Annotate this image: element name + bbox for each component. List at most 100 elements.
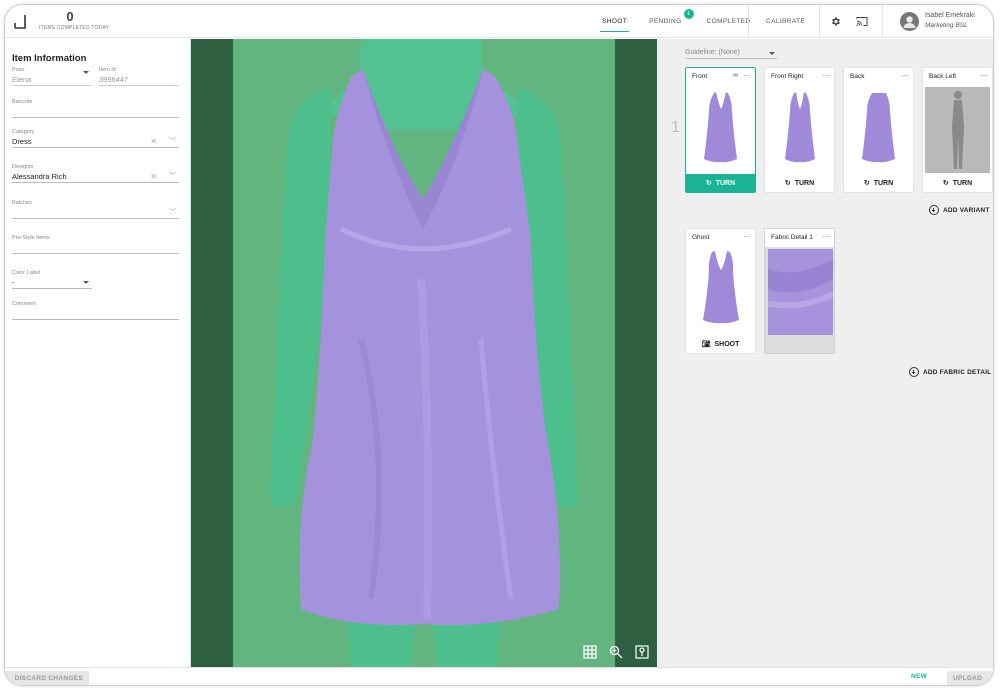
category-value: Dress xyxy=(12,137,32,146)
more-icon[interactable]: ··· xyxy=(981,71,988,80)
calibrate-nav: CALIBRATE xyxy=(755,5,816,38)
shot-card-title: Ghost xyxy=(692,234,710,241)
designer-field[interactable]: Designer Alessandra Rich ✕ ﹀ xyxy=(12,164,179,183)
rotate-icon: ↻ xyxy=(942,180,949,187)
guideline-select[interactable]: Guideline: (None) xyxy=(685,49,777,59)
more-icon[interactable]: ··· xyxy=(902,71,909,80)
pose-select[interactable]: Elena xyxy=(12,74,92,86)
add-fabric-detail-button[interactable]: ADD FABRIC DETAIL xyxy=(909,367,991,377)
items-count-label: ITEMS COMPLETED TODAY xyxy=(39,25,110,31)
turn-button[interactable]: ↻ TURN xyxy=(686,174,755,192)
cast-icon[interactable] xyxy=(854,13,870,29)
barcode-input[interactable] xyxy=(12,106,179,118)
color-label-value: - xyxy=(12,278,15,287)
category-field[interactable]: Category Dress ✕ ﹀ xyxy=(12,129,179,148)
turn-label: TURN xyxy=(794,179,815,187)
shot-card-ghost[interactable]: Ghost ··· 📷︎ SHOOT xyxy=(685,228,756,354)
user-name: Isabel Emekraki xyxy=(925,12,975,19)
pending-badge: 1 xyxy=(683,9,694,19)
barcode-field[interactable]: Barcode xyxy=(12,99,179,118)
fabric-detail-thumbnail xyxy=(768,249,833,335)
upload-button[interactable]: UPLOAD xyxy=(947,671,993,685)
category-select[interactable]: Dress ✕ ﹀ xyxy=(12,136,179,148)
shot-card-back[interactable]: Back ··· ↻ TURN xyxy=(843,67,914,193)
dropdown-arrow-icon xyxy=(83,71,89,74)
row-number: 1 xyxy=(671,119,680,136)
viewer-toolbar xyxy=(583,645,649,659)
turn-label: TURN xyxy=(715,179,736,187)
footer-bar: DISCARD CHANGES NEW UPLOAD xyxy=(5,667,993,685)
barcode-label: Barcode xyxy=(12,99,33,105)
chevron-down-icon[interactable]: ﹀ xyxy=(169,207,176,219)
batches-select[interactable]: ﹀ xyxy=(12,207,179,219)
divider xyxy=(882,5,883,38)
tab-completed[interactable]: COMPLETED xyxy=(696,5,762,38)
tab-completed-label: COMPLETED xyxy=(706,18,751,25)
shoot-button[interactable]: 📷︎ SHOOT xyxy=(686,335,755,353)
rotate-icon: ↻ xyxy=(705,180,712,187)
rotate-icon: ↻ xyxy=(863,180,870,187)
panel-title: Item Information xyxy=(12,53,87,64)
chevron-down-icon[interactable]: ﹀ xyxy=(169,171,176,183)
more-icon[interactable]: ··· xyxy=(744,71,751,80)
color-label-field[interactable]: Color Label - xyxy=(12,270,92,289)
discard-changes-button[interactable]: DISCARD CHANGES xyxy=(5,671,89,685)
clear-icon[interactable]: ✕ xyxy=(150,171,157,183)
link-icon[interactable]: ∞ xyxy=(733,72,738,79)
calibrate-label: CALIBRATE xyxy=(766,18,806,25)
new-button[interactable]: NEW xyxy=(911,673,927,680)
zoom-icon[interactable] xyxy=(609,645,623,659)
color-label-select[interactable]: - xyxy=(12,277,92,289)
item-id-value: 3996447 xyxy=(99,74,179,86)
turn-label: TURN xyxy=(873,179,894,187)
prestyle-field[interactable]: Pre-Style Items xyxy=(12,235,179,254)
items-counter: 0 ITEMS COMPLETED TODAY xyxy=(39,10,110,31)
turn-button[interactable]: ↻ TURN xyxy=(765,174,834,192)
designer-label: Designer xyxy=(12,164,35,170)
chevron-down-icon[interactable]: ﹀ xyxy=(169,136,176,148)
calibrate-button[interactable]: CALIBRATE xyxy=(755,5,816,38)
pose-label: Pose xyxy=(12,67,25,73)
comment-field[interactable]: Comment xyxy=(12,301,179,320)
user-menu[interactable]: Isabel Emekraki Marketing BSL xyxy=(900,11,975,31)
grid-icon[interactable] xyxy=(583,645,597,659)
tab-shoot[interactable]: SHOOT xyxy=(591,5,638,38)
add-variant-label: ADD VARIANT xyxy=(943,206,990,214)
main-nav: SHOOT PENDING 1 COMPLETED xyxy=(591,5,762,38)
designer-select[interactable]: Alessandra Rich ✕ ﹀ xyxy=(12,171,179,183)
pose-field[interactable]: Pose Elena xyxy=(12,67,92,86)
more-icon[interactable]: ··· xyxy=(823,71,830,80)
shots-panel: Guideline: (None) 1 Front ∞ ··· ↻ TURN Fr… xyxy=(657,39,993,667)
dropdown-arrow-icon xyxy=(83,281,89,284)
top-bar: 0 ITEMS COMPLETED TODAY SHOOT PENDING 1 C… xyxy=(5,5,993,38)
focus-icon[interactable] xyxy=(635,645,649,659)
item-info-panel: Item Information Pose Elena Item Id 3996… xyxy=(5,39,191,667)
add-fabric-detail-label: ADD FABRIC DETAIL xyxy=(923,368,992,376)
shot-card-title: Front xyxy=(692,73,708,80)
batches-field[interactable]: Batches ﹀ xyxy=(12,200,179,219)
clear-icon[interactable]: ✕ xyxy=(150,136,157,148)
shot-card-front[interactable]: Front ∞ ··· ↻ TURN xyxy=(685,67,756,193)
shot-card-front-right[interactable]: Front Right ··· ↻ TURN xyxy=(764,67,835,193)
prestyle-label: Pre-Style Items xyxy=(12,235,50,241)
turn-button[interactable]: ↻ TURN xyxy=(923,174,992,192)
comment-input[interactable] xyxy=(12,308,179,320)
prestyle-input[interactable] xyxy=(12,242,179,254)
more-icon[interactable]: ··· xyxy=(823,232,830,241)
divider xyxy=(748,5,749,38)
live-preview-image xyxy=(191,39,657,667)
more-icon[interactable]: ··· xyxy=(744,232,751,241)
turn-button[interactable]: ↻ TURN xyxy=(844,174,913,192)
comment-label: Comment xyxy=(12,301,36,307)
guideline-value: Guideline: (None) xyxy=(685,49,740,56)
shot-card-title: Back xyxy=(850,73,865,80)
turn-label: TURN xyxy=(952,179,973,187)
account-icon xyxy=(900,11,919,31)
settings-icon[interactable] xyxy=(827,13,843,29)
shot-card-back-left[interactable]: Back Left ··· ↻ TURN xyxy=(922,67,993,193)
shot-card-fabric-detail[interactable]: Fabric Detail 1 ··· xyxy=(764,228,835,354)
add-variant-button[interactable]: ADD VARIANT xyxy=(929,205,990,215)
tab-shoot-label: SHOOT xyxy=(602,18,628,25)
tab-pending[interactable]: PENDING 1 xyxy=(638,5,695,38)
camera-viewer[interactable] xyxy=(191,39,657,667)
